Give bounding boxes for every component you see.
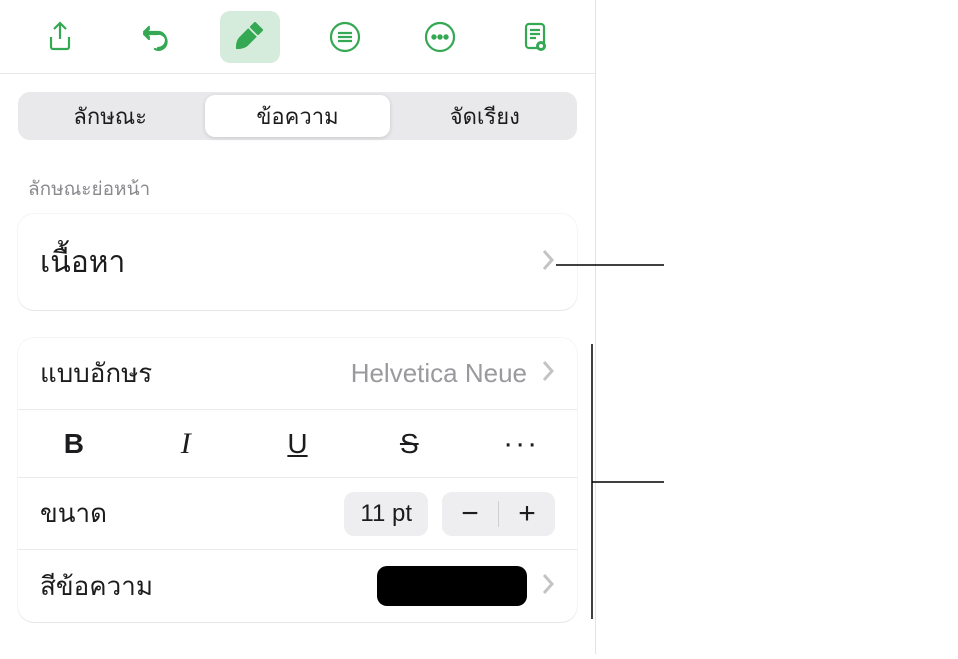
share-icon	[43, 20, 77, 54]
callout-lines	[556, 0, 936, 654]
inspector-content: ลักษณะย่อหน้า เนื้อหา แบบอักษร Helvetica…	[0, 140, 595, 622]
tab-style[interactable]: ลักษณะ	[18, 92, 202, 140]
size-row: ขนาด 11 pt − +	[18, 478, 577, 550]
text-style-row: B I U S ···	[18, 410, 577, 478]
top-toolbar	[0, 0, 595, 74]
more-text-options-button[interactable]: ···	[465, 410, 577, 477]
undo-button[interactable]	[125, 11, 185, 63]
share-button[interactable]	[30, 11, 90, 63]
more-button[interactable]	[410, 11, 470, 63]
size-stepper: − +	[442, 492, 555, 536]
font-value: Helvetica Neue	[351, 358, 527, 389]
bold-button[interactable]: B	[18, 410, 130, 477]
strikethrough-button[interactable]: S	[353, 410, 465, 477]
format-button[interactable]	[220, 11, 280, 63]
page-view-icon	[518, 20, 552, 54]
format-inspector-panel: ลักษณะ ข้อความ จัดเรียง ลักษณะย่อหน้า เน…	[0, 0, 596, 654]
text-color-row[interactable]: สีข้อความ	[18, 550, 577, 622]
format-brush-icon	[233, 20, 267, 54]
size-label: ขนาด	[40, 493, 344, 534]
size-decrease-button[interactable]: −	[442, 492, 498, 536]
undo-icon	[138, 20, 172, 54]
chevron-right-icon	[541, 249, 555, 276]
text-color-swatch[interactable]	[377, 566, 527, 606]
italic-button[interactable]: I	[130, 410, 242, 477]
chevron-right-icon	[541, 573, 555, 600]
tab-arrange[interactable]: จัดเรียง	[393, 92, 577, 140]
paragraph-style-value: เนื้อหา	[40, 239, 527, 286]
paragraph-style-section-label: ลักษณะย่อหน้า	[28, 174, 577, 204]
paragraph-style-card: เนื้อหา	[18, 214, 577, 310]
text-color-label: สีข้อความ	[40, 566, 377, 607]
paragraph-style-row[interactable]: เนื้อหา	[18, 214, 577, 310]
insert-icon	[328, 20, 362, 54]
size-value[interactable]: 11 pt	[344, 492, 428, 536]
text-format-card: แบบอักษร Helvetica Neue B I U S ··· ขนาด…	[18, 338, 577, 622]
view-button[interactable]	[505, 11, 565, 63]
font-row[interactable]: แบบอักษร Helvetica Neue	[18, 338, 577, 410]
more-circle-icon	[423, 20, 457, 54]
underline-button[interactable]: U	[242, 410, 354, 477]
size-increase-button[interactable]: +	[499, 492, 555, 536]
insert-button[interactable]	[315, 11, 375, 63]
font-label: แบบอักษร	[40, 353, 351, 394]
tab-text[interactable]: ข้อความ	[205, 95, 389, 137]
chevron-right-icon	[541, 360, 555, 387]
inspector-tabs: ลักษณะ ข้อความ จัดเรียง	[0, 74, 595, 140]
